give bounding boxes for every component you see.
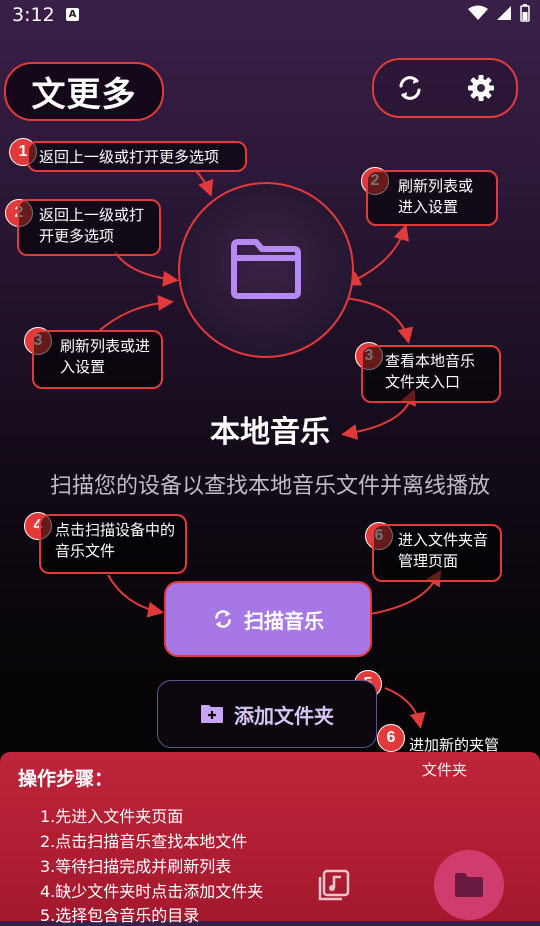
header-actions xyxy=(372,58,518,118)
add-folder-button[interactable]: 添加文件夹 xyxy=(157,680,377,748)
scan-music-label: 扫描音乐 xyxy=(244,608,324,633)
step-item: 1.先进入文件夹页面 xyxy=(40,807,184,826)
refresh-icon xyxy=(215,610,231,628)
annotation-callout: 刷新列表或进入设置 xyxy=(32,330,163,389)
app-title[interactable]: 文更多 xyxy=(4,62,164,121)
folder-fab-button[interactable] xyxy=(434,850,504,920)
annotation-callout: 返回上一级或打开更多选项 xyxy=(17,199,161,256)
add-folder-label: 添加文件夹 xyxy=(234,703,334,728)
gear-icon[interactable] xyxy=(466,73,496,103)
annotation-hint-text-extra: 文件夹 xyxy=(422,761,468,779)
page-heading: 本地音乐 xyxy=(210,415,330,450)
annotation-callout: 刷新列表或进入设置 xyxy=(366,170,498,226)
step-item: 4.缺少文件夹时点击添加文件夹 xyxy=(40,882,264,901)
scan-music-button[interactable]: 扫描音乐 xyxy=(164,581,372,657)
music-library-icon[interactable] xyxy=(318,869,350,901)
annotation-badge: 6 xyxy=(377,724,405,752)
step-item: 3.等待扫描完成并刷新列表 xyxy=(40,857,232,876)
local-music-folder-entry[interactable] xyxy=(178,182,354,358)
refresh-icon[interactable] xyxy=(395,73,425,103)
add-folder-icon xyxy=(201,705,223,723)
folder-icon xyxy=(231,239,301,299)
annotation-callout: 返回上一级或打开更多选项 xyxy=(27,141,247,172)
steps-title: 操作步骤： xyxy=(18,768,114,790)
annotation-callout: 点击扫描设备中的音乐文件 xyxy=(39,514,187,574)
page-subtitle: 扫描您的设备以查找本地音乐文件并离线播放 xyxy=(49,474,490,499)
step-item: 2.点击扫描音乐查找本地文件 xyxy=(40,832,248,851)
annotation-callout: 进入文件夹音管理页面 xyxy=(372,524,502,582)
step-item: 5.选择包含音乐的目录 xyxy=(40,906,200,925)
annotation-callout: 查看本地音乐文件夹入口 xyxy=(361,345,501,403)
folder-icon xyxy=(455,873,483,897)
